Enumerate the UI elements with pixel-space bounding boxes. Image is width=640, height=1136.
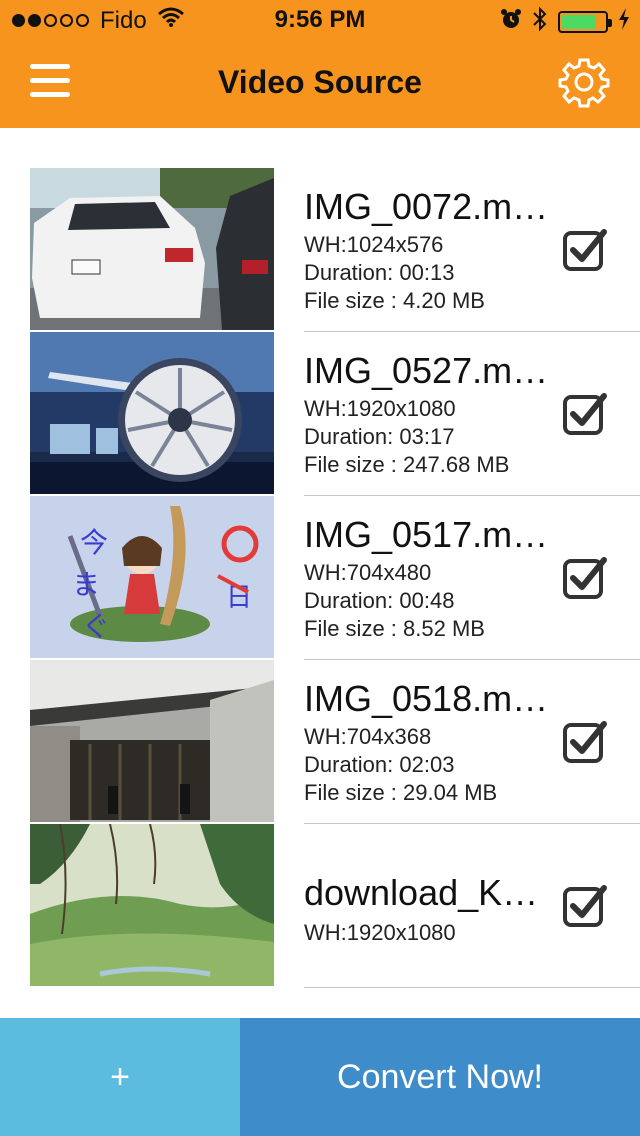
video-thumbnail (30, 168, 274, 330)
video-filename: IMG_0527.m… (304, 350, 549, 391)
video-filename: IMG_0518.m… (304, 678, 549, 719)
select-checkbox[interactable] (562, 226, 608, 272)
alarm-clock-icon (500, 8, 522, 35)
convert-now-button[interactable]: Convert Now! (240, 1018, 640, 1136)
select-checkbox[interactable] (562, 718, 608, 764)
video-thumbnail: 今 ま ぐ 日 (30, 496, 274, 658)
add-video-button[interactable]: + (0, 1018, 240, 1136)
video-filename: IMG_0072.m… (304, 186, 549, 227)
checkmark-icon (563, 721, 607, 763)
select-checkbox[interactable] (562, 554, 608, 600)
battery-fill (562, 14, 596, 29)
video-resolution: WH:704x480 (304, 560, 432, 585)
video-row[interactable]: IMG_0527.m… WH:1920x1080 Duration: 03:17… (0, 332, 640, 496)
video-list: IMG_0072.m… WH:1024x576 Duration: 00:13 … (0, 168, 640, 988)
svg-text:ぐ: ぐ (82, 610, 110, 643)
battery-tip (608, 18, 612, 27)
video-thumbnail (30, 332, 274, 494)
video-info: IMG_0518.m… WH:704x368 Duration: 02:03 F… (304, 660, 640, 824)
svg-text:今: 今 (80, 526, 108, 559)
select-checkbox[interactable] (562, 882, 608, 928)
checkmark-icon (563, 885, 607, 927)
video-info: download_K… WH:1920x1080 (304, 824, 640, 988)
video-filename: download_K… (304, 872, 539, 913)
checkmark-icon (563, 229, 607, 271)
checkmark-icon (563, 557, 607, 599)
video-resolution: WH:704x368 (304, 724, 432, 749)
charging-icon (618, 8, 630, 35)
video-thumbnail (30, 660, 274, 822)
video-duration: Duration: 02:03 (304, 752, 455, 777)
video-file-size: File size : 4.20 MB (304, 288, 485, 313)
video-file-size: File size : 8.52 MB (304, 616, 485, 641)
bluetooth-icon (532, 6, 548, 37)
video-file-size: File size : 29.04 MB (304, 780, 498, 805)
page-title: Video Source (218, 64, 422, 100)
footer-bar: + Convert Now! (0, 1018, 640, 1136)
video-resolution: WH:1920x1080 (304, 396, 456, 421)
settings-button[interactable] (558, 56, 610, 108)
svg-text:ま: ま (72, 568, 100, 601)
video-info: IMG_0527.m… WH:1920x1080 Duration: 03:17… (304, 332, 640, 496)
video-row[interactable]: 今 ま ぐ 日 IMG_0517.m… WH:704x480 Duration:… (0, 496, 640, 660)
video-row[interactable]: IMG_0518.m… WH:704x368 Duration: 02:03 F… (0, 660, 640, 824)
select-checkbox[interactable] (562, 390, 608, 436)
video-info: IMG_0072.m… WH:1024x576 Duration: 00:13 … (304, 168, 640, 332)
video-file-size: File size : 247.68 MB (304, 452, 510, 477)
gear-icon (558, 58, 610, 108)
video-row[interactable]: IMG_0072.m… WH:1024x576 Duration: 00:13 … (0, 168, 640, 332)
status-right (500, 6, 630, 37)
battery-icon (558, 10, 612, 33)
video-resolution: WH:1920x1080 (304, 920, 456, 945)
video-duration: Duration: 00:13 (304, 260, 455, 285)
video-duration: Duration: 00:48 (304, 588, 455, 613)
video-resolution: WH:1024x576 (304, 232, 444, 257)
video-duration: Duration: 03:17 (304, 424, 455, 449)
header-bar: Fido 9:56 PM Video Source (0, 0, 640, 128)
checkmark-icon (563, 393, 607, 435)
video-thumbnail (30, 824, 274, 986)
video-info: IMG_0517.m… WH:704x480 Duration: 00:48 F… (304, 496, 640, 660)
status-bar: Fido 9:56 PM (0, 0, 640, 40)
video-row[interactable]: download_K… WH:1920x1080 (0, 824, 640, 988)
video-filename: IMG_0517.m… (304, 514, 549, 555)
